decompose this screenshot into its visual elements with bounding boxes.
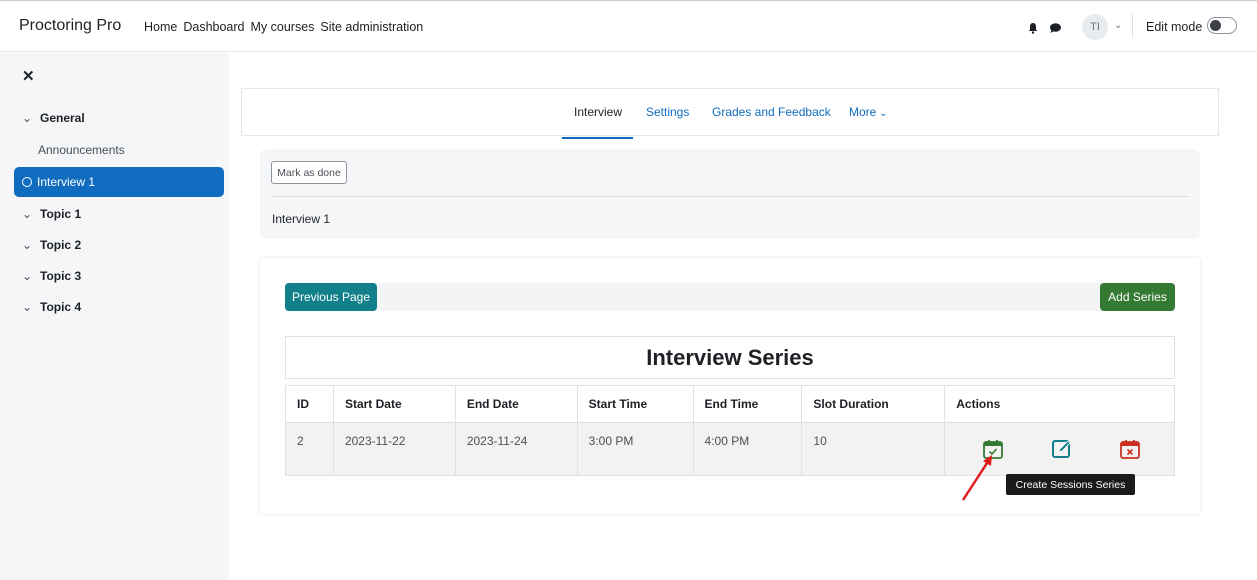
- messages-chat-icon[interactable]: [1049, 21, 1062, 39]
- series-table: ID Start Date End Date Start Time End Ti…: [285, 385, 1175, 476]
- create-sessions-tooltip: Create Sessions Series: [1006, 474, 1135, 495]
- sidebar-section-topic-3[interactable]: ⌄ Topic 3: [14, 261, 224, 291]
- cell-end-time: 4:00 PM: [692, 422, 803, 476]
- sidebar-item-label: Topic 2: [40, 238, 82, 252]
- primary-navigation: Home Dashboard My courses Site administr…: [144, 20, 423, 34]
- cell-end-date: 2023-11-24: [454, 422, 578, 476]
- tab-more[interactable]: More ⌄: [849, 105, 888, 119]
- cell-id: 2: [285, 422, 334, 476]
- chevron-down-icon: ⌄: [22, 269, 33, 283]
- col-header-actions: Actions: [944, 385, 1175, 423]
- notifications-bell-icon[interactable]: [1027, 21, 1039, 39]
- chevron-down-icon: ⌄: [22, 238, 33, 252]
- sidebar-section-topic-1[interactable]: ⌄ Topic 1: [14, 199, 224, 229]
- sidebar-item-interview-1[interactable]: Interview 1: [14, 167, 224, 197]
- active-tab-indicator: [562, 137, 633, 139]
- chevron-down-icon: ⌄: [22, 111, 33, 125]
- add-series-button[interactable]: Add Series: [1100, 283, 1175, 311]
- sidebar-section-topic-2[interactable]: ⌄ Topic 2: [14, 230, 224, 260]
- chevron-down-icon: ⌄: [22, 300, 33, 314]
- table-header-row: ID Start Date End Date Start Time End Ti…: [285, 385, 1175, 423]
- user-avatar[interactable]: TI: [1082, 14, 1108, 40]
- sidebar-item-label: Interview 1: [37, 175, 96, 189]
- tab-settings[interactable]: Settings: [646, 105, 689, 119]
- navbar-divider: [1132, 14, 1133, 38]
- edit-mode-toggle[interactable]: [1207, 17, 1237, 34]
- edit-mode-label: Edit mode: [1146, 20, 1203, 34]
- col-header-start-date: Start Date: [332, 385, 456, 423]
- series-title: Interview Series: [285, 336, 1175, 379]
- col-header-id: ID: [285, 385, 334, 423]
- sidebar-item-label: General: [40, 111, 85, 125]
- toggle-knob: [1210, 20, 1221, 31]
- sidebar-item-announcements[interactable]: Announcements: [14, 135, 224, 165]
- nav-dashboard[interactable]: Dashboard: [183, 20, 244, 34]
- activity-header: [260, 149, 1200, 239]
- tab-grades-and-feedback[interactable]: Grades and Feedback: [712, 105, 831, 119]
- nav-home[interactable]: Home: [144, 20, 177, 34]
- col-header-end-time: End Time: [692, 385, 803, 423]
- table-row: 2 2023-11-22 2023-11-24 3:00 PM 4:00 PM …: [285, 422, 1175, 476]
- activity-divider: [271, 196, 1189, 197]
- completion-circle-icon: [22, 177, 32, 187]
- user-menu-chevron-icon[interactable]: ⌄: [1114, 20, 1122, 31]
- red-annotation-arrow-icon: [961, 455, 992, 501]
- nav-site-administration[interactable]: Site administration: [320, 20, 423, 34]
- tab-more-label: More: [849, 105, 877, 119]
- sidebar-section-topic-4[interactable]: ⌄ Topic 4: [14, 292, 224, 322]
- cell-start-time: 3:00 PM: [576, 422, 694, 476]
- previous-page-button[interactable]: Previous Page: [285, 283, 377, 311]
- activity-description: Interview 1: [272, 212, 331, 226]
- site-brand[interactable]: Proctoring Pro: [19, 17, 121, 35]
- top-navbar: Proctoring Pro Home Dashboard My courses…: [0, 0, 1257, 52]
- sidebar-item-label: Topic 4: [40, 300, 82, 314]
- chevron-down-icon: ⌄: [22, 207, 33, 221]
- col-header-start-time: Start Time: [576, 385, 694, 423]
- sidebar-item-label: Announcements: [38, 143, 125, 157]
- delete-calendar-icon[interactable]: [1119, 438, 1141, 460]
- course-index-drawer: ✕ ⌄ General Announcements Interview 1 ⌄ To…: [0, 53, 229, 580]
- chevron-down-icon: ⌄: [876, 108, 888, 119]
- sidebar-item-label: Topic 1: [40, 207, 82, 221]
- mark-as-done-button[interactable]: Mark as done: [271, 161, 347, 184]
- close-drawer-icon[interactable]: ✕: [22, 67, 35, 85]
- edit-pencil-icon[interactable]: [1051, 438, 1073, 460]
- tab-interview[interactable]: Interview: [574, 105, 622, 119]
- cell-start-date: 2023-11-22: [332, 422, 456, 476]
- cell-slot-duration: 10: [801, 422, 946, 476]
- sidebar-section-general[interactable]: ⌄ General: [14, 103, 224, 133]
- col-header-slot-duration: Slot Duration: [801, 385, 946, 423]
- nav-my-courses[interactable]: My courses: [251, 20, 315, 34]
- col-header-end-date: End Date: [454, 385, 578, 423]
- series-toolbar: [285, 283, 1175, 311]
- sidebar-item-label: Topic 3: [40, 269, 82, 283]
